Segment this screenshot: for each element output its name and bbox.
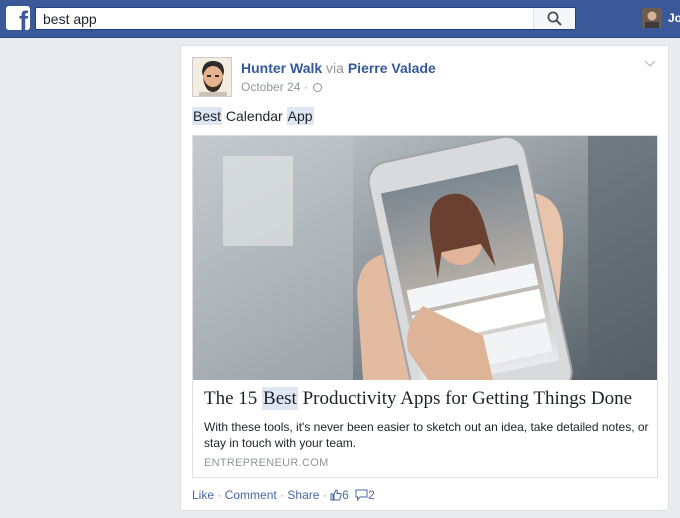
comment-count[interactable]: 2 [368, 488, 375, 502]
like-count[interactable]: 6 [342, 488, 349, 502]
author-avatar[interactable] [192, 57, 232, 97]
highlight-term: Best [262, 387, 298, 410]
action-separator: · [322, 488, 327, 502]
comment-bubble-icon[interactable] [355, 489, 368, 502]
highlight-term: Best [192, 107, 223, 125]
link-title[interactable]: The 15 Best Productivity Apps for Gettin… [204, 387, 633, 410]
post-header: Hunter Walk via Pierre Valade [241, 60, 436, 76]
like-link[interactable]: Like [192, 488, 214, 502]
action-separator: · [217, 488, 222, 502]
author-name-link[interactable]: Hunter Walk [241, 60, 322, 76]
link-preview-image[interactable] [193, 136, 657, 380]
link-description: With these tools, it's never been easier… [204, 420, 649, 450]
user-avatar[interactable] [642, 8, 662, 28]
user-name-link[interactable]: Jo [668, 11, 680, 25]
post-date-link[interactable]: October 24 [241, 80, 300, 94]
search-button[interactable] [533, 8, 575, 29]
top-navigation-bar: f Jo [0, 0, 680, 38]
post-text: Best Calendar App [192, 107, 314, 125]
search-input[interactable] [36, 8, 536, 29]
search-box [35, 7, 576, 30]
thumbs-up-icon[interactable] [330, 489, 342, 501]
meta-separator: · [303, 80, 308, 94]
chevron-down-icon[interactable] [644, 60, 656, 68]
link-title-end: Productivity Apps for Getting Things Don… [297, 388, 633, 409]
link-domain: ENTREPRENEUR.COM [204, 457, 329, 469]
news-feed-post: Hunter Walk via Pierre Valade October 24… [180, 45, 669, 511]
link-title-start: The 15 [204, 388, 263, 409]
post-text-middle: Calendar [222, 108, 287, 124]
post-actions: Like · Comment · Share · 6 2 [192, 488, 375, 502]
share-link[interactable]: Share [287, 488, 319, 502]
link-preview[interactable]: The 15 Best Productivity Apps for Gettin… [192, 135, 658, 478]
comment-link[interactable]: Comment [225, 488, 277, 502]
globe-icon[interactable] [313, 83, 323, 92]
search-icon [547, 11, 562, 26]
highlight-term: App [286, 107, 314, 125]
via-text: via [326, 60, 344, 76]
post-meta: October 24 · [241, 80, 323, 94]
facebook-logo-icon[interactable]: f [6, 6, 30, 30]
action-separator: · [280, 488, 285, 502]
via-name-link[interactable]: Pierre Valade [348, 60, 436, 76]
